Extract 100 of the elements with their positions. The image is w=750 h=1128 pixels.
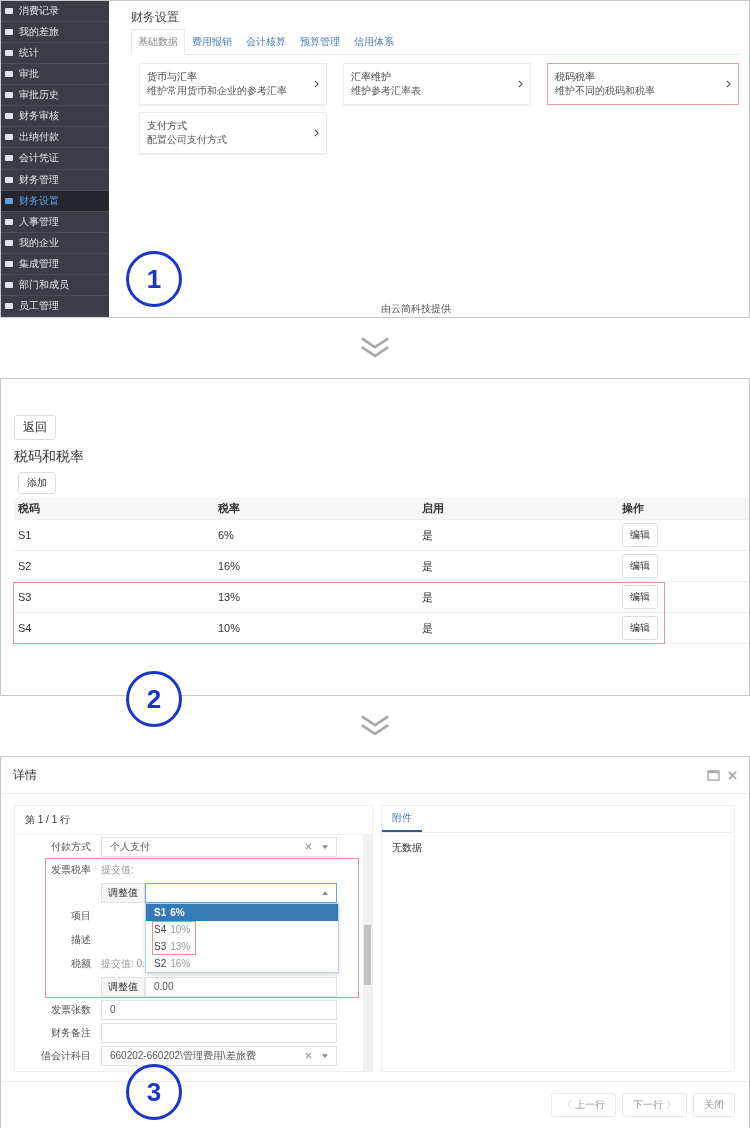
menu-icon [4,258,14,269]
page-title: 税码和税率 [14,448,85,466]
menu-icon [4,174,14,185]
table-cell: S2 [18,560,32,572]
sidebar-item[interactable]: 我的差旅 [1,22,109,44]
chevron-right-icon [518,80,523,88]
sidebar-item[interactable]: 部门和成员 [1,274,109,296]
menu-icon [4,132,14,143]
edit-button[interactable]: 编辑 [622,585,658,609]
menu-icon [4,153,14,164]
table-cell: 13% [218,591,241,603]
table-cell: 6% [218,529,234,541]
table-cell: S1 [18,529,32,541]
sidebar-item[interactable]: 消费记录 [1,1,109,23]
submitted-value: 提交值: 0. [101,956,145,971]
submitted-value: 提交值: [101,862,134,877]
sidebar-item[interactable]: 集成管理 [1,253,109,275]
chevron-right-icon [314,129,319,137]
field-label: 项目 [70,909,92,923]
select-field[interactable]: 660202-660202\管理费用\差旅费 [101,1045,337,1066]
field-label: 描述 [70,933,92,947]
select-field[interactable]: 个人支付 [101,836,337,857]
menu-icon [4,237,14,248]
sidebar-item[interactable]: 人事管理 [1,211,109,233]
table-cell: 16% [218,560,241,572]
table-cell: S3 [18,591,32,603]
menu-icon [4,111,14,122]
column-header: 税率 [218,501,240,516]
table-cell: 10% [218,622,241,634]
card-description: 配置公司支付方式 [147,133,228,147]
tab[interactable]: 信用体系 [347,29,401,55]
field-label: 发票税率 [50,862,92,877]
tab[interactable]: 费用报销 [185,29,239,55]
clear-icon[interactable] [305,843,312,850]
caret-icon [322,1053,328,1058]
tab[interactable]: 预算管理 [293,29,347,55]
adjust-field[interactable]: 0.00 [145,976,337,997]
menu-icon [4,27,14,38]
adjust-label: 调整值 [101,882,145,903]
close-icon[interactable] [728,770,737,780]
tab[interactable]: 基础数据 [131,29,185,55]
footer-text: 由云简科技提供 [381,302,451,316]
menu-icon [4,300,14,311]
chevron-right-icon [726,80,731,88]
edit-button[interactable]: 编辑 [622,554,658,578]
field-label: 税额 [70,956,92,971]
settings-card[interactable]: 税码税率 维护不同的税码和税率 [547,63,739,105]
table-cell: S4 [18,622,32,634]
chevron-right-icon [314,80,319,88]
field-label: 借会计科目 [40,1048,92,1063]
field-label: 财务备注 [50,1025,92,1040]
sidebar-item[interactable]: 我的企业 [1,232,109,254]
double-chevron-icon [360,714,390,738]
column-header: 启用 [422,501,444,516]
maximize-icon[interactable] [707,769,720,781]
sidebar-item[interactable]: 会计凭证 [1,148,109,170]
sidebar-item[interactable]: 财务审核 [1,106,109,128]
sidebar-item[interactable]: 财务设置 [1,190,109,212]
dropdown-option[interactable]: S4 10% [146,920,338,938]
sidebar-item[interactable]: 员工管理 [1,295,109,317]
step-number: 1 [126,251,182,307]
dropdown-option[interactable]: S1 6% [146,903,338,921]
scrollbar[interactable] [363,835,372,1071]
sidebar-item[interactable]: 出纳付款 [1,127,109,149]
step-number: 3 [126,1064,182,1120]
settings-card[interactable]: 支付方式 配置公司支付方式 [139,112,327,154]
card-title: 货币与汇率 [147,70,198,84]
menu-icon [4,90,14,101]
sidebar-item[interactable]: 审批历史 [1,85,109,107]
sidebar-item[interactable]: 统计 [1,43,109,65]
sidebar-item[interactable]: 财务管理 [1,169,109,191]
card-description: 维护参考汇率表 [351,84,422,98]
settings-card[interactable]: 汇率维护 维护参考汇率表 [343,63,531,105]
menu-icon [4,216,14,227]
input-field[interactable]: 0 [101,999,337,1020]
back-button[interactable]: 返回 [14,415,56,440]
sidebar-item[interactable]: 审批 [1,64,109,86]
clear-icon[interactable] [305,1052,312,1059]
adjust-label: 调整值 [101,976,145,997]
card-title: 汇率维护 [351,70,392,84]
dropdown-option[interactable]: S2 16% [146,954,338,972]
dialog-title: 详情 [13,766,37,784]
input-field[interactable] [101,1022,337,1043]
tab[interactable]: 会计核算 [239,29,293,55]
card-title: 税码税率 [555,70,596,84]
edit-button[interactable]: 编辑 [622,616,658,640]
settings-card[interactable]: 货币与汇率 维护常用货币和企业的参考汇率 [139,63,327,105]
empty-message: 无数据 [391,841,423,855]
card-description: 维护常用货币和企业的参考汇率 [147,84,288,98]
add-button[interactable]: 添加 [18,472,56,494]
adjust-field[interactable] [145,882,337,903]
dropdown-option[interactable]: S3 13% [146,937,338,955]
menu-icon [4,69,14,80]
step-number: 2 [126,671,182,727]
table-cell: 是 [422,620,433,636]
edit-button[interactable]: 编辑 [622,523,658,547]
caret-icon [322,890,328,895]
menu-icon [4,195,14,206]
tab[interactable]: 附件 [382,811,422,832]
field-label: 付款方式 [50,839,92,854]
